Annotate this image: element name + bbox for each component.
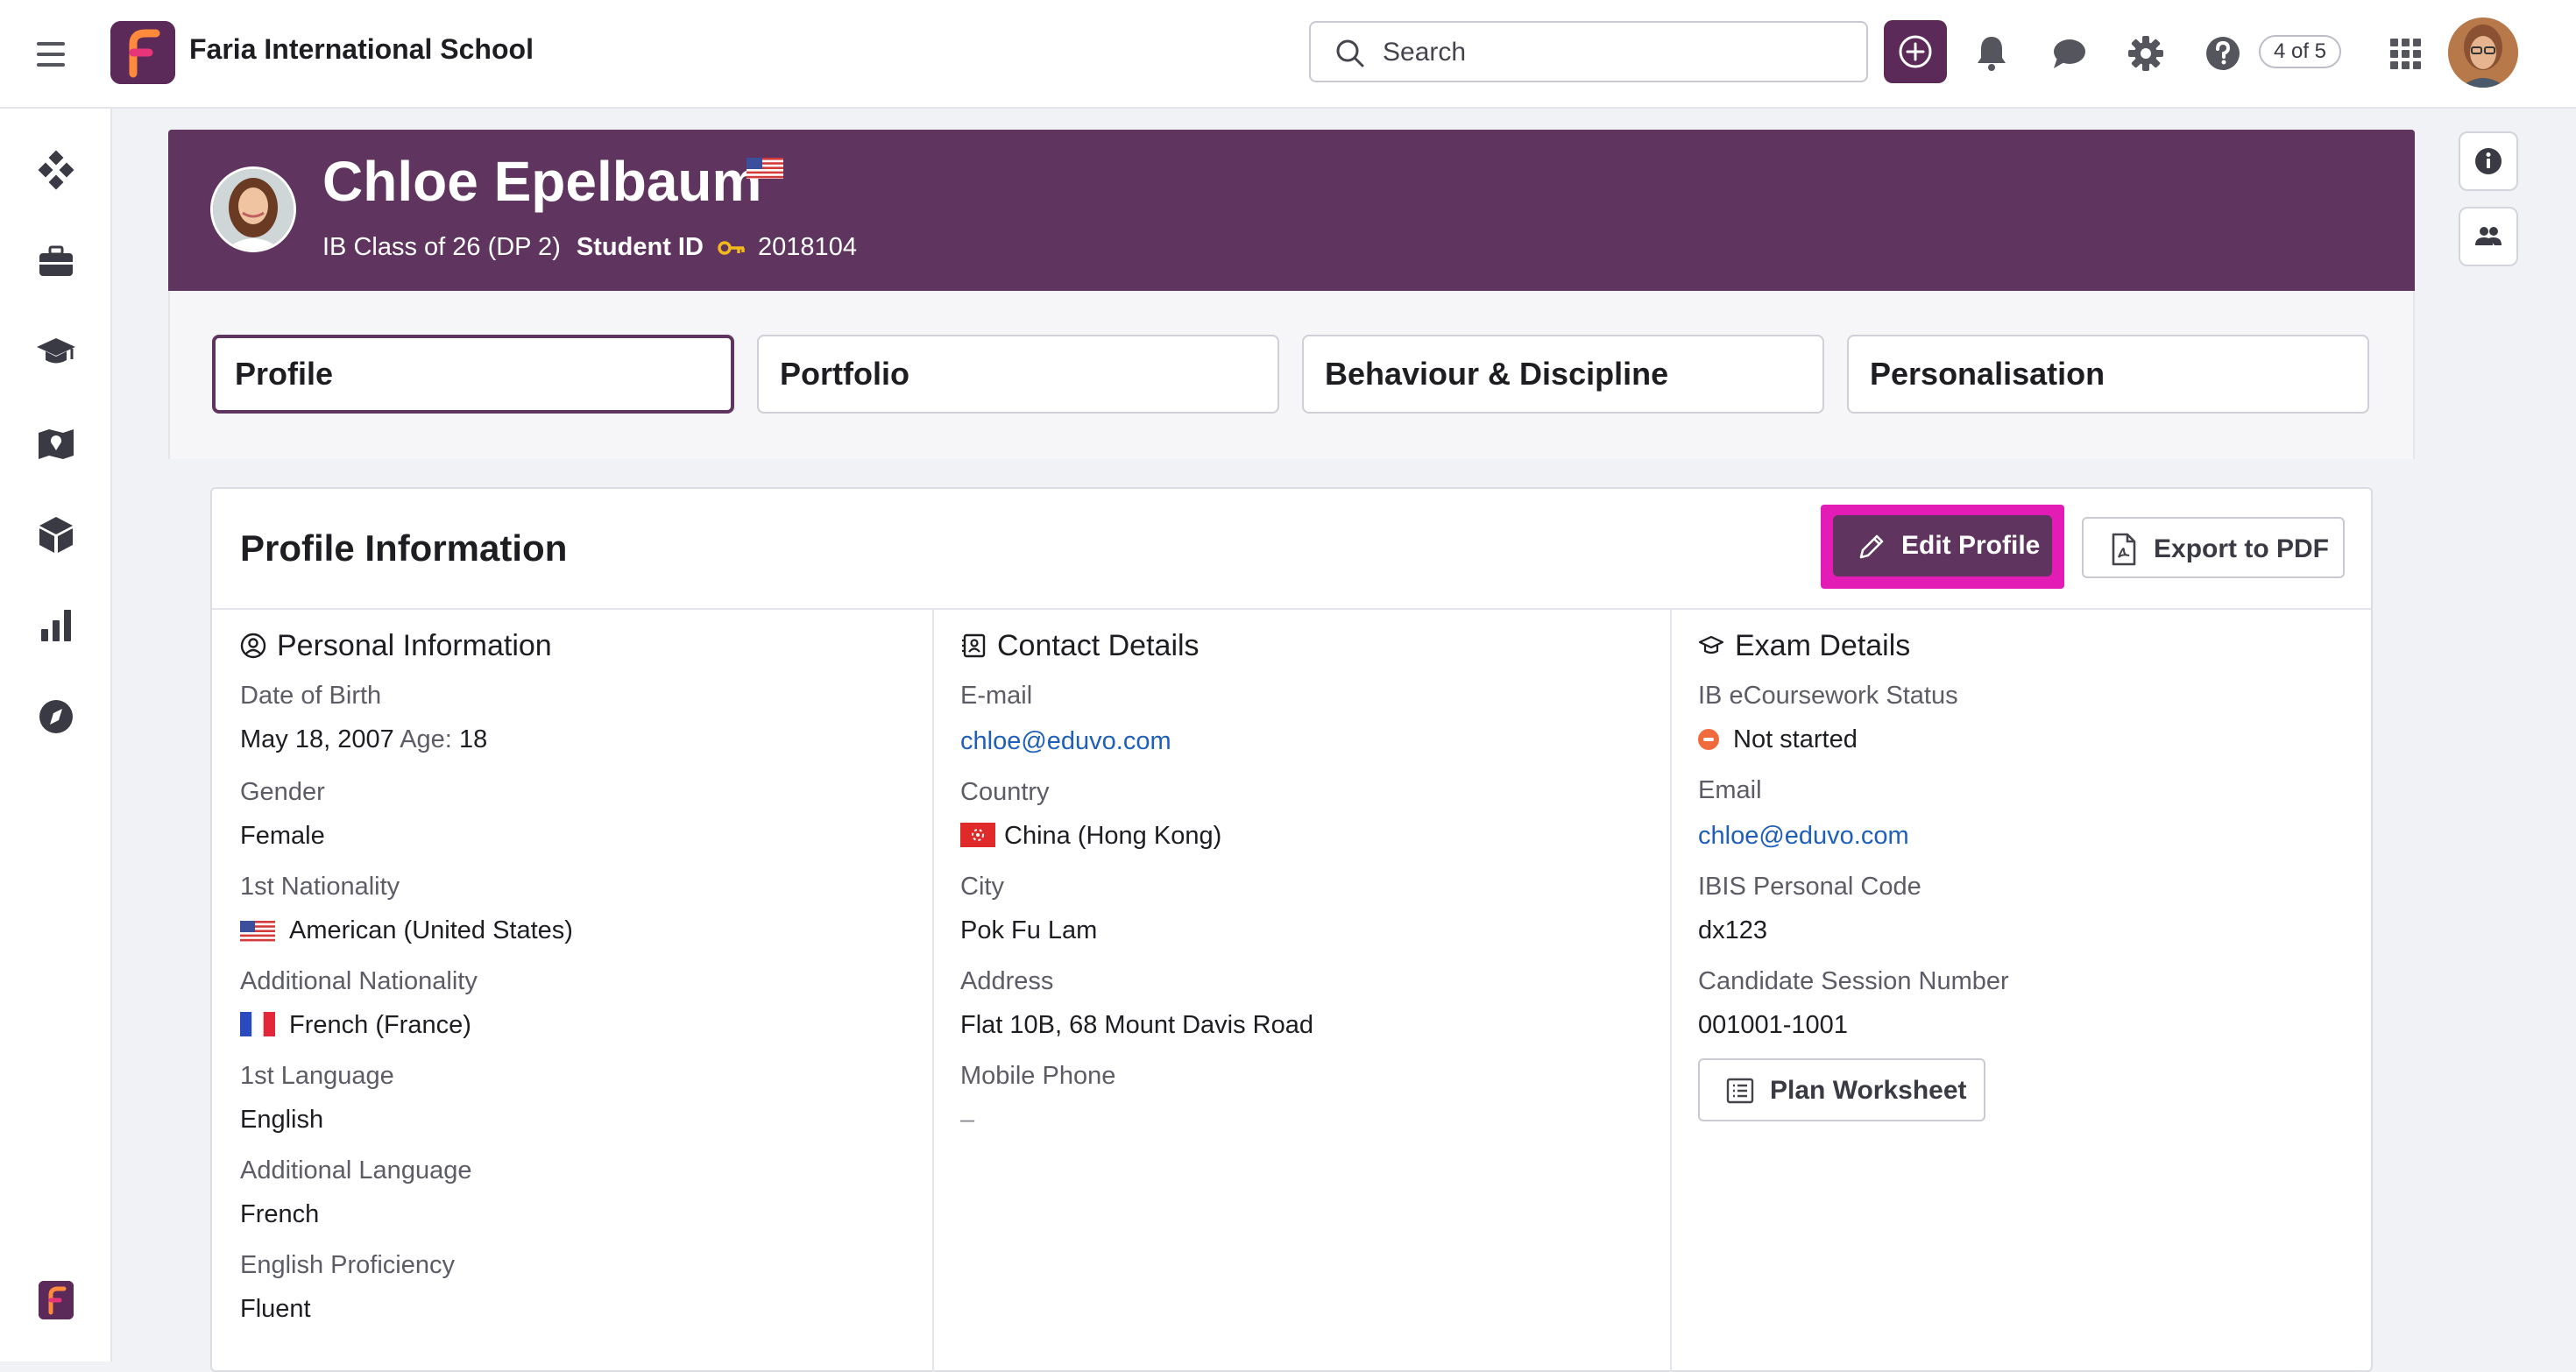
student-photo	[210, 166, 296, 252]
settings-icon[interactable]	[2124, 32, 2168, 75]
people-icon	[2475, 227, 2502, 245]
us-flag-icon	[747, 158, 783, 179]
export-pdf-button[interactable]: Export to PDF	[2082, 517, 2345, 578]
cube-icon[interactable]	[33, 512, 79, 557]
additional-language-label: Additional Language	[240, 1156, 472, 1185]
gender-value: Female	[240, 822, 325, 850]
student-id-label: Student ID	[576, 233, 704, 261]
session-number-value: 001001-1001	[1698, 1011, 1848, 1039]
contact-card-icon	[962, 633, 986, 658]
france-flag-icon	[240, 1012, 275, 1036]
city-value: Pok Fu Lam	[960, 916, 1098, 944]
search-icon	[1336, 39, 1364, 67]
tab-portfolio[interactable]: Portfolio	[757, 335, 1279, 414]
nationality-value: American (United States)	[240, 916, 573, 945]
info-button[interactable]	[2459, 131, 2518, 191]
personal-information-heading: Personal Information	[240, 629, 552, 663]
tab-profile[interactable]: Profile	[212, 335, 734, 414]
school-logo-icon[interactable]	[110, 21, 175, 84]
email-link[interactable]: chloe@eduvo.com	[960, 727, 1171, 756]
plan-worksheet-button[interactable]: Plan Worksheet	[1698, 1058, 1985, 1121]
not-started-status-icon	[1698, 729, 1719, 750]
ibis-code-value: dx123	[1698, 916, 1768, 944]
contact-details-heading: Contact Details	[960, 629, 1200, 663]
student-meta: IB Class of 26 (DP 2) Student ID 2018104	[322, 233, 857, 262]
briefcase-icon[interactable]	[33, 238, 79, 284]
graduation-cap-icon	[1698, 635, 1724, 654]
menu-icon[interactable]	[32, 35, 74, 74]
notification-count-badge[interactable]: 4 of 5	[2259, 35, 2341, 68]
faria-logo-icon[interactable]	[39, 1281, 74, 1319]
graduation-cap-icon[interactable]	[33, 329, 79, 375]
tab-personalisation[interactable]: Personalisation	[1847, 335, 2369, 414]
pdf-file-icon	[2112, 533, 2136, 566]
notifications-icon[interactable]	[1970, 32, 2013, 75]
gender-label: Gender	[240, 778, 325, 806]
exam-email-link[interactable]: chloe@eduvo.com	[1698, 822, 1909, 851]
apps-grid-icon[interactable]	[2383, 32, 2427, 75]
tab-behaviour-discipline[interactable]: Behaviour & Discipline	[1302, 335, 1824, 414]
add-button[interactable]	[1884, 20, 1947, 83]
top-bar: Faria International School 4 of 5	[0, 0, 2576, 109]
edit-profile-button[interactable]: Edit Profile	[1833, 515, 2052, 576]
messages-icon[interactable]	[2047, 32, 2091, 75]
bar-chart-icon[interactable]	[33, 603, 79, 648]
column-divider	[1670, 610, 1672, 1372]
language-label: 1st Language	[240, 1062, 394, 1090]
list-icon	[1726, 1078, 1754, 1104]
user-avatar[interactable]	[2448, 18, 2518, 88]
us-flag-icon	[240, 921, 275, 942]
hong-kong-flag-icon	[960, 823, 995, 847]
school-name[interactable]: Faria International School	[189, 33, 534, 66]
address-value: Flat 10B, 68 Mount Davis Road	[960, 1011, 1313, 1039]
left-navigation	[0, 109, 112, 1361]
nationality-label: 1st Nationality	[240, 873, 400, 901]
student-id-value: 2018104	[758, 233, 857, 261]
dashboard-icon[interactable]	[33, 147, 79, 193]
help-icon[interactable]	[2201, 32, 2245, 75]
ibis-code-label: IBIS Personal Code	[1698, 873, 1921, 901]
exam-email-label: Email	[1698, 776, 1762, 804]
mobile-phone-value: –	[960, 1106, 975, 1134]
ecoursework-label: IB eCoursework Status	[1698, 682, 1958, 710]
city-label: City	[960, 873, 1004, 901]
address-label: Address	[960, 967, 1054, 995]
pencil-icon	[1859, 534, 1884, 559]
profile-information-card: Profile Information Edit Profile Export …	[210, 487, 2373, 1372]
additional-language-value: French	[240, 1200, 320, 1228]
key-icon	[718, 241, 745, 256]
mobile-phone-label: Mobile Phone	[960, 1062, 1116, 1090]
dob-value: May 18, 2007 Age: 18	[240, 725, 488, 753]
ecoursework-value: Not started	[1698, 725, 1858, 754]
plus-circle-icon	[1899, 35, 1932, 68]
search-box[interactable]	[1309, 21, 1868, 82]
student-class: IB Class of 26 (DP 2)	[322, 233, 561, 261]
info-icon	[2475, 148, 2502, 174]
card-title: Profile Information	[240, 527, 568, 569]
proficiency-label: English Proficiency	[240, 1251, 455, 1279]
search-input[interactable]	[1381, 32, 1840, 74]
map-icon[interactable]	[33, 421, 79, 466]
card-divider	[212, 608, 2371, 610]
email-label: E-mail	[960, 682, 1033, 710]
session-number-label: Candidate Session Number	[1698, 967, 2009, 995]
people-button[interactable]	[2459, 207, 2518, 266]
compass-icon[interactable]	[33, 694, 79, 739]
additional-nationality-value: French (France)	[240, 1011, 471, 1040]
country-label: Country	[960, 778, 1050, 806]
user-circle-icon	[240, 633, 266, 659]
student-name: Chloe Epelbaum	[322, 150, 762, 213]
dob-label: Date of Birth	[240, 682, 382, 710]
country-value: China (Hong Kong)	[960, 822, 1221, 851]
additional-nationality-label: Additional Nationality	[240, 967, 478, 995]
exam-details-heading: Exam Details	[1698, 629, 1910, 663]
proficiency-value: Fluent	[240, 1295, 311, 1323]
profile-tabs: Profile Portfolio Behaviour & Discipline…	[168, 291, 2415, 459]
student-header: Chloe Epelbaum IB Class of 26 (DP 2) Stu…	[168, 130, 2415, 291]
language-value: English	[240, 1106, 324, 1134]
column-divider	[932, 610, 934, 1372]
